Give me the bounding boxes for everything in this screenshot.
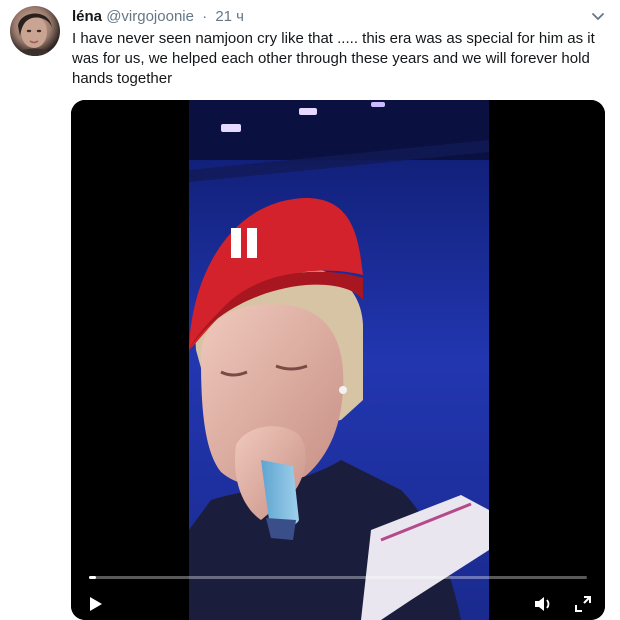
author-handle[interactable]: @virgojoonie	[106, 8, 194, 25]
volume-icon[interactable]	[533, 594, 555, 614]
avatar[interactable]	[10, 6, 60, 56]
fullscreen-icon[interactable]	[573, 594, 593, 614]
separator-dot: ·	[202, 8, 208, 25]
author-name[interactable]: léna	[72, 8, 102, 25]
video-progress-bar[interactable]	[89, 576, 587, 579]
video-player[interactable]	[71, 100, 605, 620]
video-frame	[71, 100, 605, 620]
tweet-timestamp[interactable]: 21 ч	[215, 8, 244, 25]
play-icon[interactable]	[85, 594, 105, 614]
video-progress-fill	[89, 576, 97, 579]
chevron-down-icon[interactable]	[590, 8, 606, 24]
avatar-photo	[16, 13, 54, 56]
tweet-text: I have never seen namjoon cry like that …	[72, 30, 595, 87]
tweet: léna @virgojoonie · 21 ч I have never se…	[0, 0, 620, 620]
tweet-header: léna @virgojoonie · 21 ч	[72, 7, 244, 27]
